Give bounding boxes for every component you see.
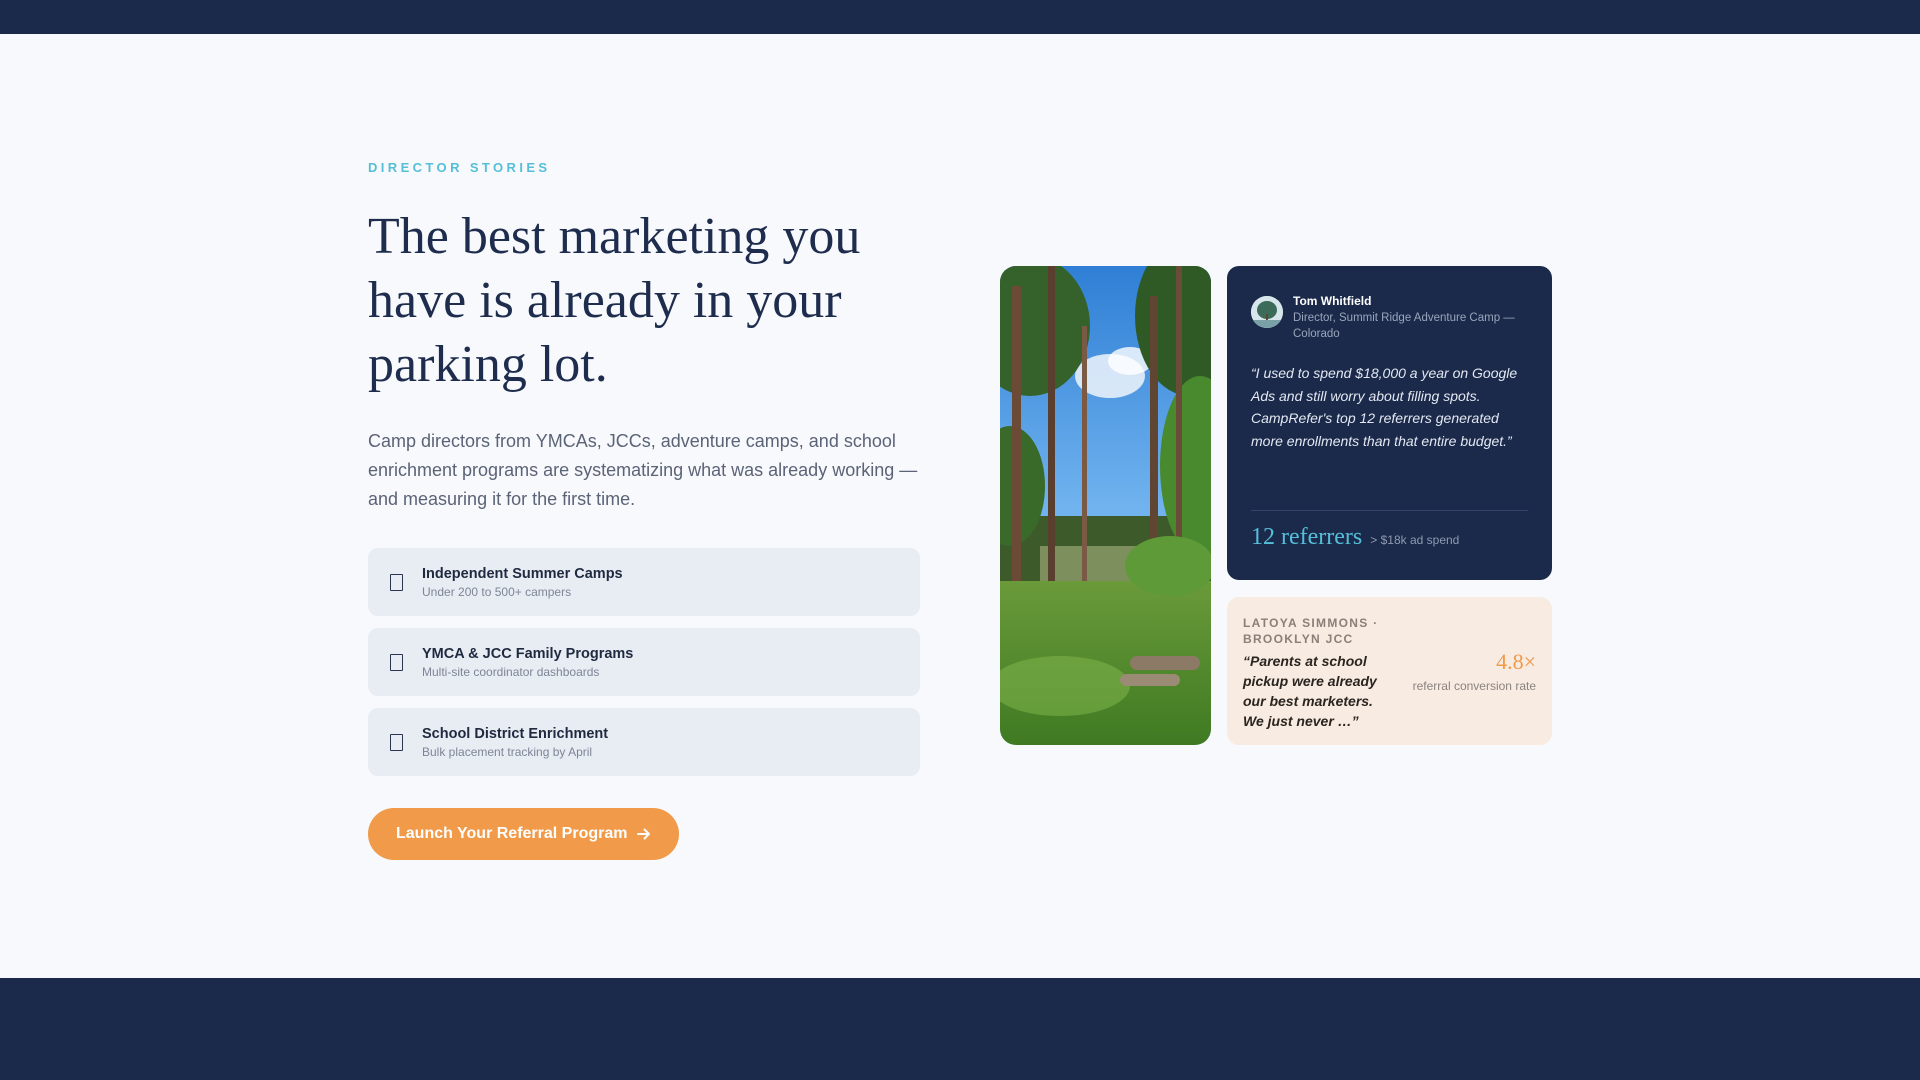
testimonial-card-secondary: LATOYA SIMMONS · BROOKLYN JCC “Parents a…: [1227, 597, 1552, 745]
cta-label: Launch Your Referral Program: [396, 825, 628, 842]
divider: [1251, 510, 1528, 511]
section-eyebrow: DIRECTOR STORIES: [368, 160, 551, 175]
section-headline: The best marketing you have is already i…: [368, 208, 861, 393]
option-subtitle: Under 200 to 500+ campers: [422, 584, 572, 599]
stat-value: 12 referrers: [1251, 524, 1363, 550]
author-name: Tom Whitfield: [1293, 294, 1372, 308]
stat-label: referral conversion rate: [1412, 679, 1536, 693]
option-title: Independent Summer Camps: [422, 565, 623, 582]
footer-bar: [0, 978, 1920, 1080]
option-title: School District Enrichment: [422, 725, 609, 742]
director-stories-section: DIRECTOR STORIES The best marketing you …: [368, 160, 920, 860]
stat-value: 4.8×: [1496, 649, 1536, 674]
checkbox[interactable]: [390, 653, 403, 671]
option-subtitle: Bulk placement tracking by April: [422, 744, 593, 759]
option-subtitle: Multi-site coordinator dashboards: [422, 664, 600, 679]
launch-referral-program-button[interactable]: Launch Your Referral Program: [368, 808, 680, 860]
avatar: [1251, 296, 1283, 328]
author-name: LATOYA SIMMONS · BROOKLYN JCC: [1243, 616, 1379, 646]
testimonial-card-primary: Tom Whitfield Director, Summit Ridge Adv…: [1227, 266, 1552, 580]
author-role: Director, Summit Ridge Adventure Camp — …: [1293, 312, 1515, 340]
testimonial-quote: “I used to spend $18,000 a year on Googl…: [1251, 365, 1518, 449]
section-subcopy: Camp directors from YMCAs, JCCs, adventu…: [368, 431, 918, 509]
option-independent-summer-camps[interactable]: Independent Summer Camps Under 200 to 50…: [368, 548, 920, 616]
stat-note: > $18k ad spend: [1370, 533, 1460, 547]
testimonial-stat: 12 referrers > $18k ad spend: [1251, 524, 1459, 551]
option-school-district-enrichment[interactable]: School District Enrichment Bulk placemen…: [368, 708, 920, 776]
checkbox[interactable]: [390, 573, 403, 591]
arrow-right-icon: [637, 828, 651, 840]
camp-forest-photo: [1000, 266, 1211, 745]
program-type-options: Independent Summer Camps Under 200 to 50…: [368, 548, 920, 776]
top-nav-bar: [0, 0, 1920, 34]
option-ymca-jcc-family-programs[interactable]: YMCA & JCC Family Programs Multi-site co…: [368, 628, 920, 696]
testimonial-author: Tom Whitfield Director, Summit Ridge Adv…: [1251, 294, 1528, 342]
option-title: YMCA & JCC Family Programs: [422, 645, 634, 662]
testimonial-quote: “Parents at school pickup were already o…: [1243, 653, 1377, 729]
checkbox[interactable]: [390, 733, 403, 751]
